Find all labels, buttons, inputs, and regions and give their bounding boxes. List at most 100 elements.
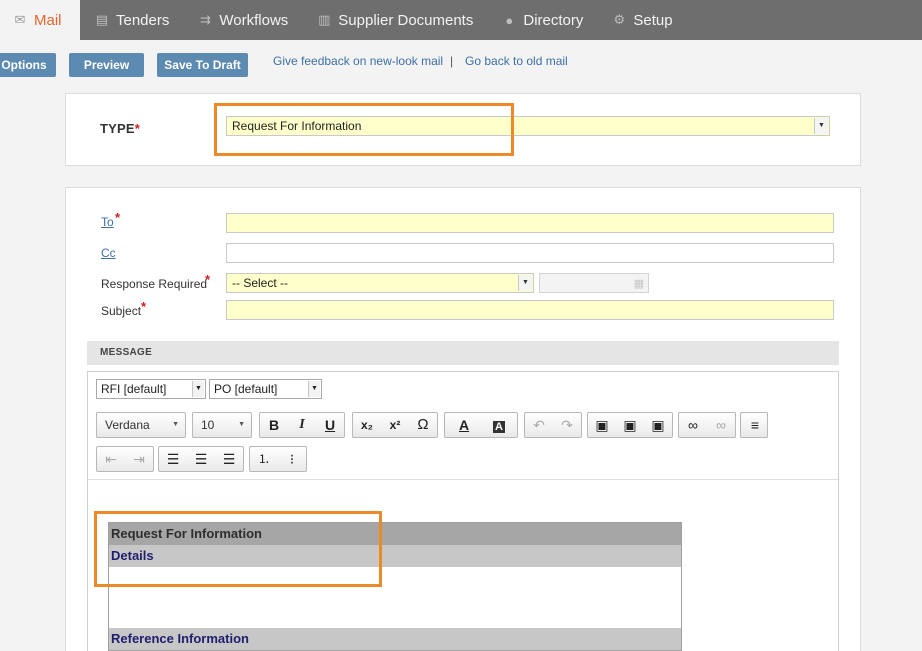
details-row: Details	[109, 545, 681, 567]
link-icon[interactable]: ∞	[679, 413, 707, 437]
gear-icon: ⚙	[613, 12, 626, 27]
response-select-value: -- Select --	[232, 276, 289, 290]
italic-button[interactable]: I	[288, 413, 316, 437]
nav-tab-setup[interactable]: ⚙ Setup	[597, 0, 686, 40]
color-group: A A	[444, 412, 518, 438]
numbered-list-icon[interactable]: ⒈	[250, 447, 278, 471]
type-panel: TYPE* Request For Information ▼	[65, 93, 861, 166]
nav-tab-label: Setup	[633, 11, 673, 29]
feedback-link[interactable]: Give feedback on new-look mail	[273, 54, 443, 68]
type-label: TYPE*	[100, 121, 140, 136]
chevron-down-icon: ▼	[238, 421, 245, 428]
bg-color-button[interactable]: A	[483, 413, 515, 437]
chevron-down-icon: ▼	[814, 118, 828, 134]
chevron-down-icon: ▼	[172, 421, 179, 428]
font-size-value: 10 ▼	[193, 413, 251, 437]
subject-label: Subject	[101, 304, 142, 318]
workflow-icon: ⇉	[199, 12, 211, 27]
subject-field[interactable]	[226, 300, 834, 320]
indent-icon[interactable]: ⇥	[125, 447, 153, 471]
list-group: ⒈ ⁝	[249, 446, 307, 472]
font-family-text: Verdana	[105, 418, 150, 432]
cc-label-link[interactable]: Cc	[101, 246, 116, 260]
mail-toolbar: Options Preview Save To Draft Give feedb…	[0, 40, 922, 90]
font-size-select[interactable]: 10 ▼	[192, 412, 252, 438]
to-field[interactable]	[226, 213, 834, 233]
old-mail-link[interactable]: Go back to old mail	[465, 54, 568, 68]
bg-color-glyph: A	[493, 421, 505, 433]
type-label-text: TYPE	[100, 121, 135, 136]
bold-button[interactable]: B	[260, 413, 288, 437]
alignment-group: ☰ ☰ ☰	[158, 446, 244, 472]
type-select[interactable]: Request For Information ▼	[226, 116, 830, 136]
nav-tab-label: Directory	[523, 11, 584, 29]
required-marker: *	[141, 299, 147, 314]
mail-icon: ✉	[14, 12, 26, 27]
calendar-icon[interactable]: ▦	[634, 277, 644, 290]
rich-text-editor: RFI [default] ▼ PO [default] ▼ Verdana ▼…	[87, 371, 839, 651]
save-to-draft-button[interactable]: Save To Draft	[157, 53, 248, 77]
indent-group: ⇤ ⇥	[96, 446, 154, 472]
history-group: ↶ ↷	[524, 412, 582, 438]
response-date-field[interactable]: ▦	[539, 273, 649, 293]
font-family-select[interactable]: Verdana ▼	[96, 412, 186, 438]
compose-panel: To * Cc Response Required * -- Select --…	[65, 187, 861, 651]
subscript-button[interactable]: x₂	[353, 413, 381, 437]
link-group: ∞ ∞	[678, 412, 736, 438]
details-content[interactable]	[109, 567, 681, 628]
nav-tab-mail[interactable]: ✉ Mail	[0, 0, 80, 40]
rfi-template-table[interactable]: Request For Information Details Referenc…	[108, 522, 682, 651]
nav-tab-tenders[interactable]: ▤ Tenders	[80, 0, 183, 40]
paste-icon[interactable]: ▣	[588, 413, 616, 437]
outdent-icon[interactable]: ⇤	[97, 447, 125, 471]
bullet-list-icon[interactable]: ⁝	[278, 447, 306, 471]
superscript-button[interactable]: x²	[381, 413, 409, 437]
text-color-button[interactable]: A	[447, 413, 481, 437]
to-label-link[interactable]: To	[101, 215, 114, 229]
response-required-label: Response Required	[101, 277, 208, 291]
nav-tab-supplier-documents[interactable]: ▥ Supplier Documents	[302, 0, 487, 40]
text-style-group: B I U	[259, 412, 345, 438]
message-section-header: MESSAGE	[87, 341, 839, 365]
horizontal-rule-group: ≡	[740, 412, 768, 438]
reference-row: Reference Information	[109, 628, 681, 650]
cc-field[interactable]	[226, 243, 834, 263]
horizontal-rule-icon[interactable]: ≡	[741, 413, 769, 437]
nav-tab-label: Mail	[34, 11, 62, 29]
align-center-icon[interactable]: ☰	[187, 447, 215, 471]
font-size-text: 10	[201, 418, 215, 432]
required-marker: *	[134, 121, 141, 136]
binders-icon: ▥	[318, 12, 331, 27]
chevron-down-icon: ▼	[308, 381, 320, 397]
type-select-value: Request For Information	[232, 119, 362, 133]
template-select-rfi[interactable]: RFI [default] ▼	[96, 379, 206, 399]
chevron-down-icon: ▼	[192, 381, 204, 397]
undo-icon[interactable]: ↶	[525, 413, 553, 437]
align-right-icon[interactable]: ☰	[215, 447, 243, 471]
special-char-button[interactable]: Ω	[409, 413, 437, 437]
nav-tab-label: Supplier Documents	[338, 11, 474, 29]
required-marker: *	[115, 210, 121, 225]
document-icon: ▤	[95, 12, 109, 27]
paste-group: ▣ ▣ ▣	[587, 412, 673, 438]
options-button[interactable]: Options	[0, 53, 56, 77]
template-select-value: RFI [default]	[101, 382, 167, 396]
response-required-select[interactable]: -- Select -- ▼	[226, 273, 534, 293]
required-marker: *	[205, 272, 211, 287]
paste-word-icon[interactable]: ▣	[644, 413, 672, 437]
rfi-title-row: Request For Information	[109, 523, 681, 545]
align-left-icon[interactable]: ☰	[159, 447, 187, 471]
paste-text-icon[interactable]: ▣	[616, 413, 644, 437]
unlink-icon[interactable]: ∞	[707, 413, 735, 437]
underline-button[interactable]: U	[316, 413, 344, 437]
nav-tab-label: Tenders	[116, 11, 170, 29]
editor-divider	[88, 479, 838, 480]
template-select-po[interactable]: PO [default] ▼	[209, 379, 322, 399]
chevron-down-icon: ▼	[518, 275, 532, 291]
preview-button[interactable]: Preview	[69, 53, 144, 77]
nav-tab-label: Workflows	[219, 11, 289, 29]
nav-tab-directory[interactable]: ● Directory	[487, 0, 597, 40]
font-family-value: Verdana ▼	[97, 413, 185, 437]
redo-icon[interactable]: ↷	[553, 413, 581, 437]
nav-tab-workflows[interactable]: ⇉ Workflows	[183, 0, 302, 40]
